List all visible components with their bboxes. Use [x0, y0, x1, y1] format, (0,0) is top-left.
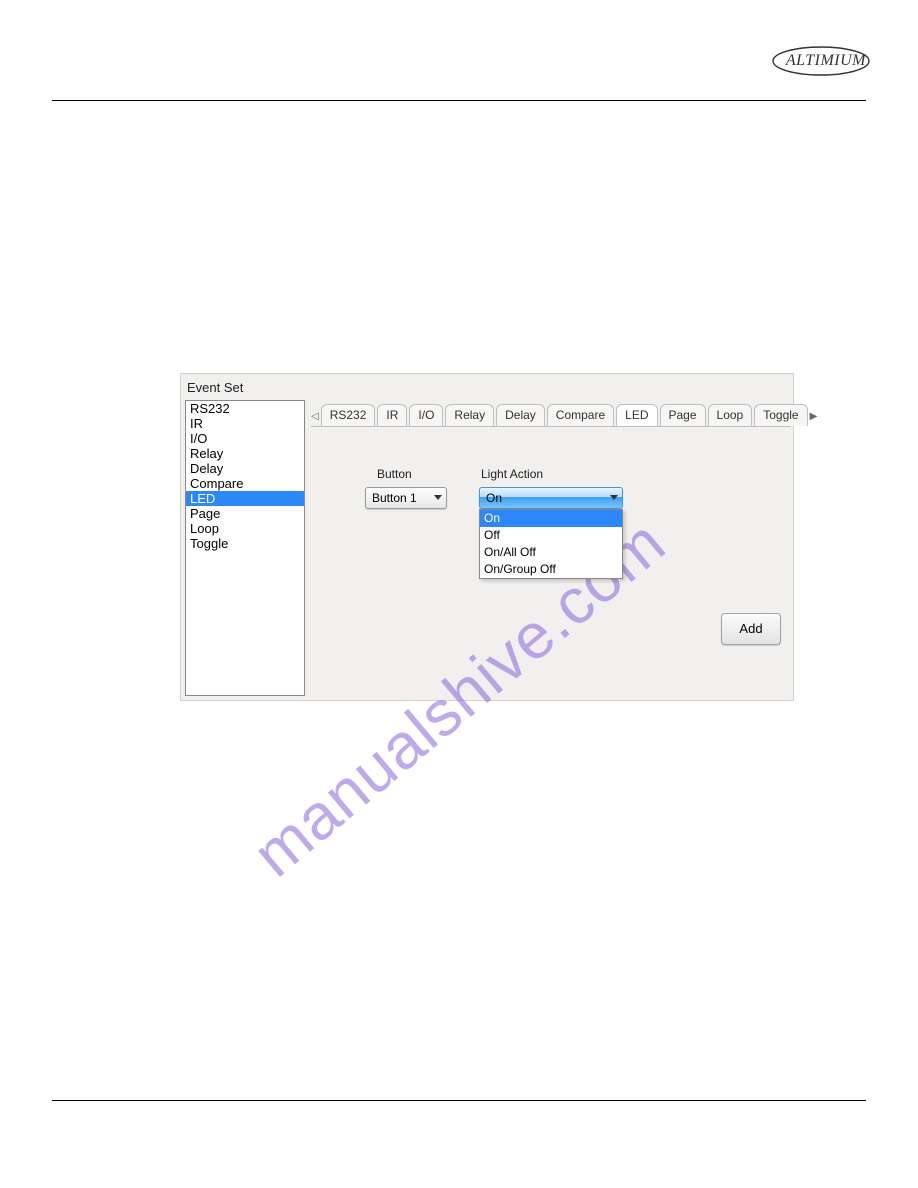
button-select[interactable]: Button 1: [365, 487, 447, 509]
footer-divider: [52, 1100, 866, 1101]
light-action-select[interactable]: On: [479, 487, 623, 509]
button-select-value: Button 1: [372, 491, 417, 505]
tab-page[interactable]: Page: [660, 404, 706, 426]
list-item[interactable]: RS232: [186, 401, 304, 416]
tab-rs232[interactable]: RS232: [321, 404, 376, 426]
list-item[interactable]: Toggle: [186, 536, 304, 551]
tab-relay[interactable]: Relay: [445, 404, 494, 426]
light-action-select-value: On: [486, 491, 502, 505]
light-action-label: Light Action: [481, 467, 543, 481]
tab-toggle[interactable]: Toggle: [754, 404, 807, 426]
button-label: Button: [377, 467, 412, 481]
tab-ir[interactable]: IR: [377, 404, 407, 426]
tab-scroll-left-icon[interactable]: ◁: [311, 406, 319, 426]
page-header: ALTIMIUM: [0, 0, 918, 100]
dropdown-option[interactable]: Off: [480, 527, 622, 544]
chevron-down-icon: [434, 495, 442, 500]
panel-title: Event Set: [187, 380, 243, 395]
logo-text: ALTIMIUM: [786, 52, 866, 70]
tab-delay[interactable]: Delay: [496, 404, 545, 426]
tab-loop[interactable]: Loop: [708, 404, 753, 426]
list-item[interactable]: Relay: [186, 446, 304, 461]
dropdown-option[interactable]: On/Group Off: [480, 561, 622, 578]
event-set-panel: Event Set RS232 IR I/O Relay Delay Compa…: [180, 373, 794, 701]
list-item[interactable]: Compare: [186, 476, 304, 491]
dropdown-option[interactable]: On: [480, 510, 622, 527]
list-item-selected[interactable]: LED: [186, 491, 304, 506]
tab-io[interactable]: I/O: [409, 404, 443, 426]
add-button[interactable]: Add: [721, 613, 781, 645]
event-type-list[interactable]: RS232 IR I/O Relay Delay Compare LED Pag…: [185, 400, 305, 696]
list-item[interactable]: IR: [186, 416, 304, 431]
header-divider: [52, 100, 866, 101]
list-item[interactable]: Page: [186, 506, 304, 521]
list-item[interactable]: Delay: [186, 461, 304, 476]
tab-compare[interactable]: Compare: [547, 404, 614, 426]
light-action-dropdown[interactable]: On Off On/All Off On/Group Off: [479, 509, 623, 579]
tab-led[interactable]: LED: [616, 404, 657, 426]
chevron-down-icon: [610, 495, 618, 500]
dropdown-option[interactable]: On/All Off: [480, 544, 622, 561]
tabs-row: ◁ RS232 IR I/O Relay Delay Compare LED P…: [311, 402, 791, 426]
list-item[interactable]: I/O: [186, 431, 304, 446]
led-form: Button Light Action Button 1 On On Off O…: [311, 426, 791, 696]
tab-scroll-right-icon[interactable]: ▶: [810, 406, 818, 426]
list-item[interactable]: Loop: [186, 521, 304, 536]
